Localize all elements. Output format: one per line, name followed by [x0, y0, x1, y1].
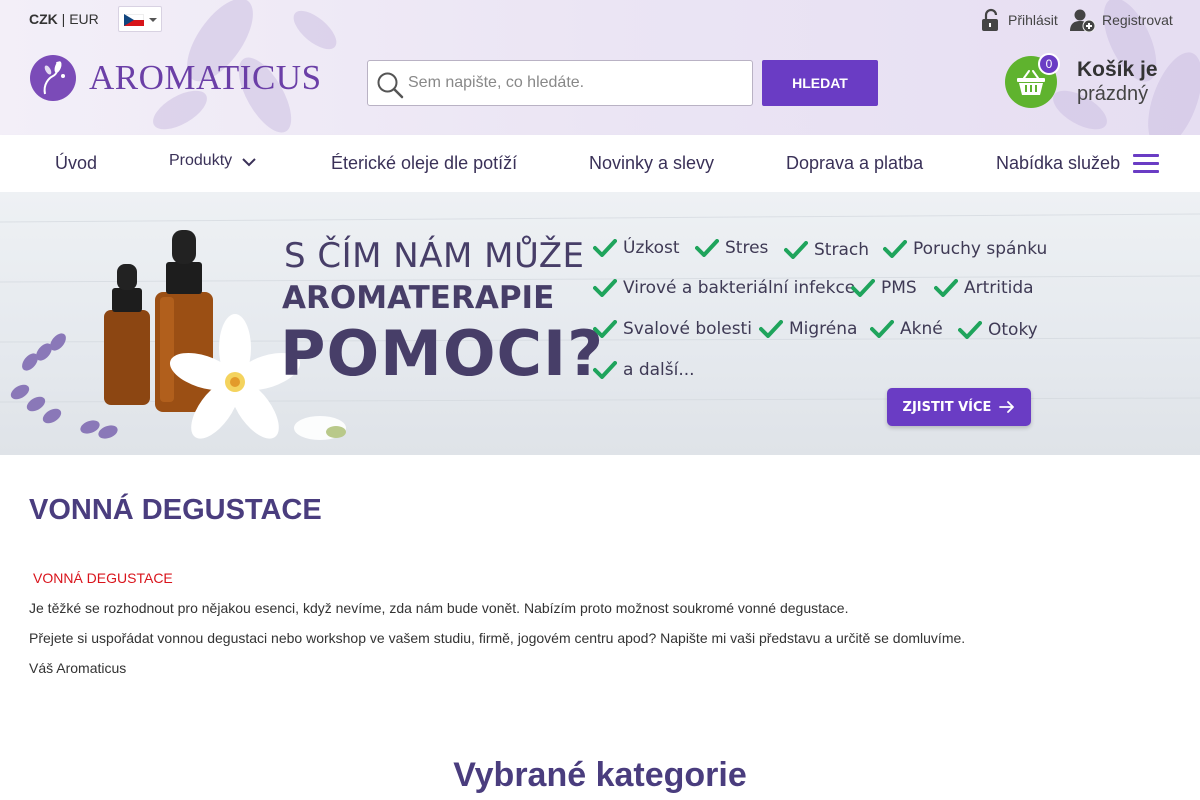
banner-headline-2: AROMATERAPIE	[282, 280, 555, 316]
nav-item-products[interactable]: Produkty	[169, 132, 256, 189]
signature-text: Váš Aromaticus	[29, 660, 127, 676]
banner-check-item: Otoky	[958, 320, 1038, 340]
currency-eur[interactable]: EUR	[69, 11, 99, 27]
banner-check-item: Stres	[695, 238, 768, 258]
checkmark-icon	[784, 241, 808, 259]
banner-check-label: a další...	[623, 360, 695, 380]
banner-headline-1: S ČÍM NÁM MŮŽE	[284, 236, 585, 276]
currency-separator: |	[57, 11, 70, 27]
promo-banner[interactable]: S ČÍM NÁM MŮŽE AROMATERAPIE POMOCI? Úzko…	[0, 192, 1200, 455]
lock-icon	[982, 8, 998, 31]
add-user-icon	[1070, 9, 1096, 32]
banner-check-label: Svalové bolesti	[623, 319, 752, 339]
banner-check-label: Migréna	[789, 319, 858, 339]
currency-switcher[interactable]: CZK | EUR	[29, 11, 99, 27]
banner-check-item: Virové a bakteriální infekce	[593, 278, 855, 298]
banner-check-item: Migréna	[759, 319, 857, 339]
banner-check-label: PMS	[881, 278, 917, 298]
nav-label: Produkty	[169, 151, 233, 169]
banner-check-label: Otoky	[988, 320, 1038, 340]
cart-title: Košík je	[1077, 58, 1158, 81]
main-navigation: Úvod Produkty Éterické oleje dle potíží …	[0, 135, 1200, 192]
checkmark-icon	[934, 279, 958, 297]
checkmark-icon	[883, 240, 907, 258]
checkmark-icon	[695, 239, 719, 257]
search-icon	[377, 72, 404, 99]
categories-heading: Vybrané kategorie	[453, 756, 747, 794]
search-box	[367, 60, 753, 106]
login-link[interactable]: Přihlásit	[980, 8, 1058, 32]
nav-item-home[interactable]: Úvod	[55, 135, 97, 192]
banner-check-item: Strach	[784, 240, 869, 260]
nav-item-news-sales[interactable]: Novinky a slevy	[589, 135, 714, 192]
section-heading: VONNÁ DEGUSTACE	[33, 570, 173, 586]
banner-check-item: PMS	[851, 278, 917, 298]
banner-check-item: Akné	[870, 319, 943, 339]
checkmark-icon	[593, 361, 617, 379]
nav-label: Éterické oleje dle potíží	[331, 153, 518, 173]
banner-check-label: Akné	[900, 319, 943, 339]
banner-check-label: Artritida	[964, 278, 1034, 298]
nav-item-shipping[interactable]: Doprava a platba	[786, 135, 923, 192]
logo-wordmark: AROMATICUS	[89, 58, 322, 97]
checkmark-icon	[593, 279, 617, 297]
checkmark-icon	[870, 320, 894, 338]
banner-check-label: Úzkost	[623, 238, 680, 258]
nav-label: Úvod	[55, 153, 98, 173]
cart-count-badge: 0	[1038, 53, 1060, 75]
banner-headline-3: POMOCI?	[280, 317, 605, 390]
caret-down-icon	[149, 18, 157, 22]
nav-label: Nabídka služeb	[996, 153, 1121, 173]
banner-check-label: Strach	[814, 240, 869, 260]
banner-check-label: Stres	[725, 238, 769, 258]
learn-more-label: ZJISTIT VÍCE	[902, 399, 992, 415]
chevron-down-icon	[242, 157, 256, 166]
nav-item-services[interactable]: Nabídka služeb	[996, 135, 1120, 192]
learn-more-button[interactable]: ZJISTIT VÍCE	[887, 388, 1031, 426]
logo-emblem-icon	[30, 55, 76, 101]
banner-check-item: a další...	[593, 360, 695, 380]
register-link[interactable]: Registrovat	[1070, 8, 1173, 32]
nav-label: Doprava a platba	[786, 153, 924, 173]
site-header: CZK | EUR Přihlásit Registrovat AROMATIC…	[0, 0, 1200, 135]
nav-label: Novinky a slevy	[589, 153, 715, 173]
banner-check-item: Poruchy spánku	[883, 239, 1047, 259]
cart-status: prázdný	[1077, 83, 1149, 105]
checkmark-icon	[759, 320, 783, 338]
czech-flag-icon	[124, 14, 144, 26]
checkmark-icon	[593, 320, 617, 338]
banner-check-label: Virové a bakteriální infekce	[623, 278, 856, 298]
search-button[interactable]: HLEDAT	[762, 60, 878, 106]
checkmark-icon	[593, 239, 617, 257]
site-logo[interactable]: AROMATICUS	[29, 54, 322, 102]
page-title: VONNÁ DEGUSTACE	[29, 494, 322, 526]
banner-check-label: Poruchy spánku	[913, 239, 1048, 259]
banner-check-item: Úzkost	[593, 238, 680, 258]
currency-czk[interactable]: CZK	[29, 11, 58, 27]
arrow-right-icon	[999, 401, 1015, 413]
language-select[interactable]	[118, 6, 162, 32]
banner-check-item: Svalové bolesti	[593, 319, 752, 339]
login-label: Přihlásit	[1008, 12, 1058, 28]
nav-item-essential-oils[interactable]: Éterické oleje dle potíží	[331, 135, 517, 192]
search-input[interactable]	[408, 61, 748, 105]
register-label: Registrovat	[1102, 12, 1173, 28]
checkmark-icon	[851, 279, 875, 297]
checkmark-icon	[958, 321, 982, 339]
banner-check-item: Artritida	[934, 278, 1034, 298]
content-paragraph: Je těžké se rozhodnout pro nějakou esenc…	[29, 600, 849, 616]
menu-icon[interactable]	[1133, 154, 1159, 174]
content-paragraph: Přejete si uspořádat vonnou degustaci ne…	[29, 630, 966, 646]
